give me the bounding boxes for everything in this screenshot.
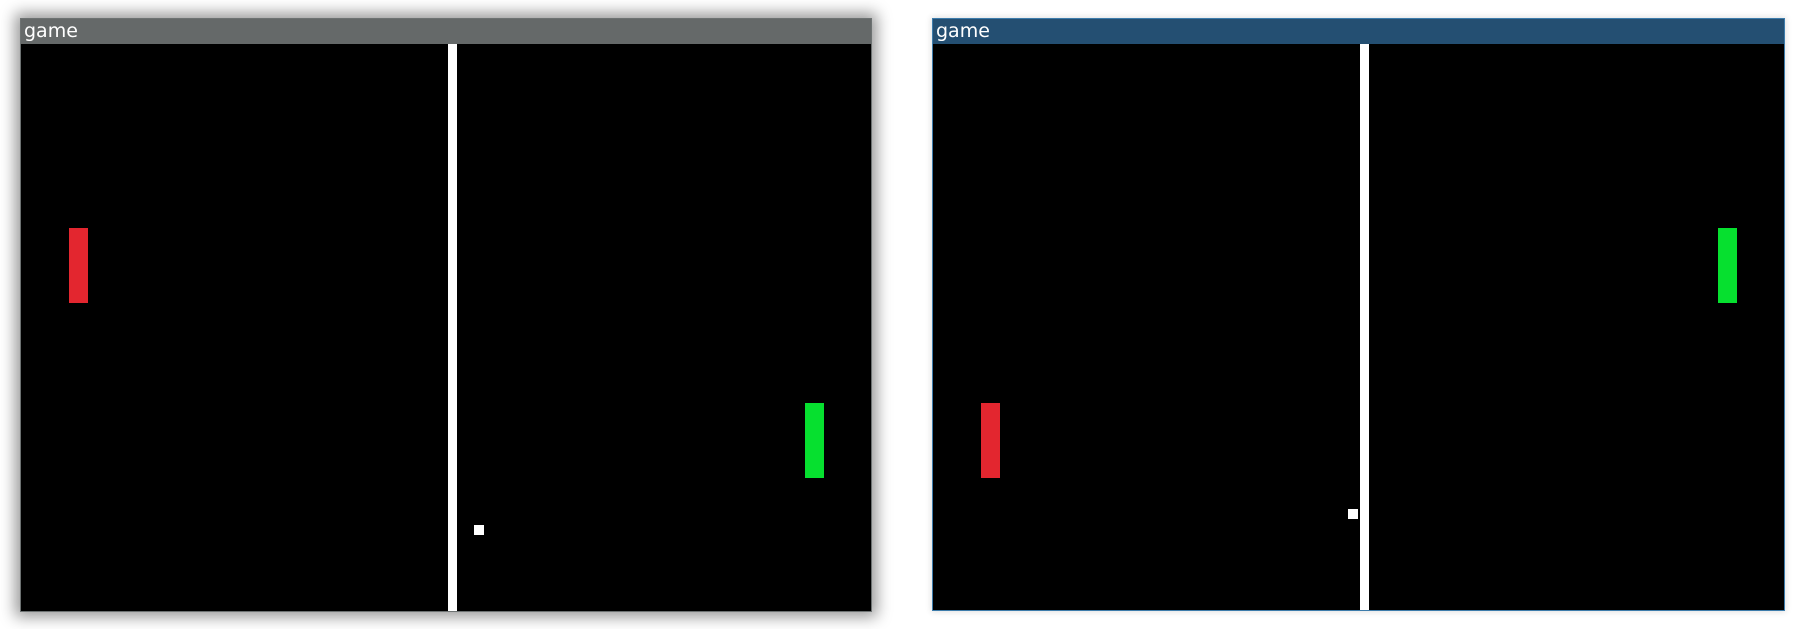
center-net-line — [448, 44, 457, 611]
game-window-2[interactable]: game — [932, 18, 1785, 611]
game-window-1[interactable]: game — [20, 18, 872, 612]
game-court[interactable] — [21, 44, 871, 611]
window-title: game — [24, 20, 78, 42]
game-court[interactable] — [933, 44, 1784, 610]
ball — [1348, 509, 1358, 519]
window-title: game — [936, 20, 990, 42]
window-titlebar[interactable]: game — [933, 19, 1784, 44]
left-paddle-red — [69, 228, 88, 303]
window-titlebar[interactable]: game — [21, 19, 871, 44]
right-paddle-green — [805, 403, 824, 478]
ball — [474, 525, 484, 535]
right-paddle-green — [1718, 228, 1737, 303]
left-paddle-red — [981, 403, 1000, 478]
center-net-line — [1360, 44, 1369, 610]
